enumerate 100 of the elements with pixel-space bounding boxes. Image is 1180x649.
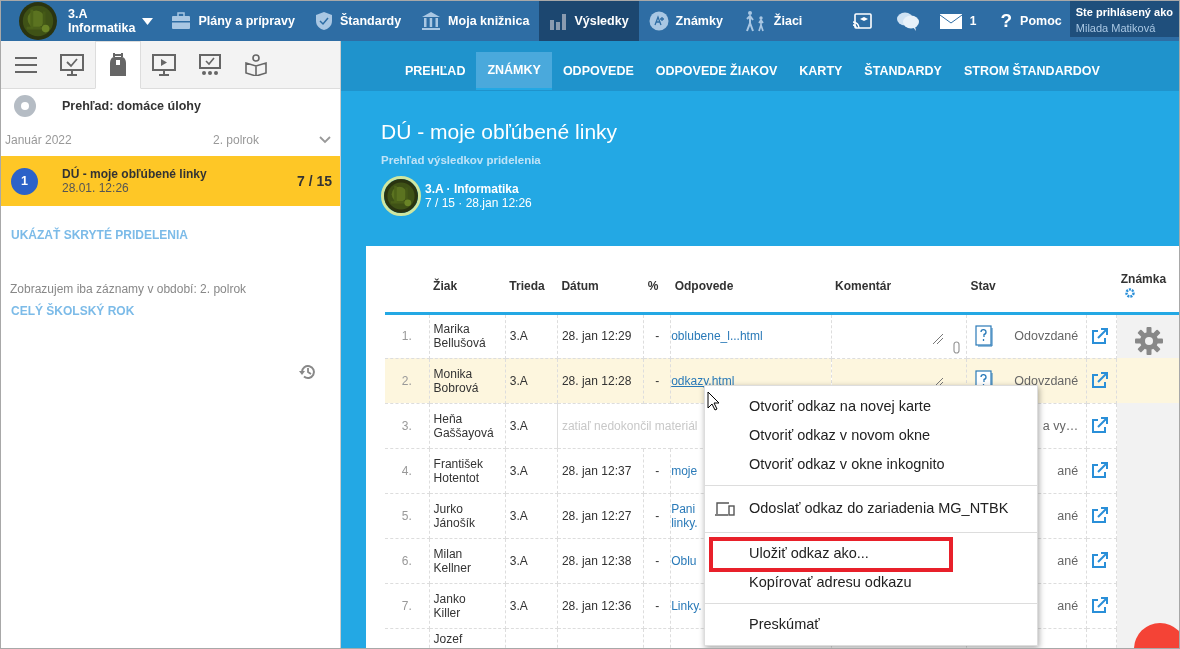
- period-label[interactable]: 2. polrok: [212, 130, 259, 149]
- column-header: Stav: [970, 279, 996, 294]
- menu-item[interactable]: Otvoriť odkaz v novom okne: [705, 421, 1037, 450]
- menu-item[interactable]: Otvoriť odkaz na novej karte: [705, 392, 1037, 421]
- class-cell: 3.A: [509, 373, 528, 388]
- history-icon[interactable]: [299, 363, 317, 381]
- date-cell: 28. jan 12:36: [561, 598, 632, 613]
- assignment-meta: 7 / 15 · 28.jan 12:26: [425, 196, 532, 211]
- subnav-tab[interactable]: ODPOVEDE ŽIAKOV: [644, 52, 789, 90]
- answer-link[interactable]: Oblu: [671, 553, 697, 568]
- row-number: 5.: [401, 508, 412, 523]
- status-text: ané: [1057, 508, 1079, 523]
- date-cell: 28. jan 12:38: [561, 553, 632, 568]
- month-label: Január 2022: [5, 131, 72, 149]
- menu-icon: [15, 57, 37, 73]
- student-name: Janko Killer: [433, 591, 467, 620]
- status-text: a vy…: [1042, 418, 1079, 433]
- external-link-icon[interactable]: [1091, 327, 1109, 345]
- user-name[interactable]: Milada Matiková: [1075, 20, 1173, 36]
- column-header: Odpovede: [674, 279, 734, 294]
- external-link-icon[interactable]: [1091, 417, 1109, 434]
- percent-cell: -: [655, 553, 660, 568]
- column-header: Trieda: [509, 279, 545, 294]
- menu-item[interactable]: Kopírovať adresu odkazu: [705, 568, 1037, 597]
- row-number: 2.: [401, 373, 412, 388]
- student-name: Jozef: [433, 631, 463, 646]
- row-number: 4.: [401, 463, 412, 478]
- settings-icon[interactable]: [14, 95, 36, 117]
- nav-item[interactable]: Štandardy: [304, 1, 412, 41]
- assignment-date: 28.01. 12:26: [62, 181, 130, 195]
- menu-item[interactable]: Preskúmať: [705, 610, 1037, 639]
- column-header: %: [647, 279, 659, 294]
- percent-cell: -: [655, 463, 660, 478]
- building-icon: [421, 11, 442, 31]
- cast-icon[interactable]: [851, 13, 872, 29]
- settings-icon[interactable]: [1124, 287, 1135, 298]
- column-header: Dátum: [561, 279, 599, 294]
- mail-button[interactable]: 1: [939, 12, 977, 30]
- percent-cell: -: [655, 329, 660, 343]
- menu-item[interactable]: Odoslať odkaz do zariadenia MG_NTBK: [705, 492, 1037, 526]
- status-text: ané: [1057, 463, 1079, 478]
- subnav-tab[interactable]: PREHĽAD: [394, 52, 477, 90]
- external-link-icon[interactable]: [1091, 552, 1109, 569]
- external-link-icon[interactable]: [1091, 597, 1109, 614]
- nav-item[interactable]: Plány a prípravy: [161, 1, 305, 41]
- answer-link[interactable]: moje: [671, 463, 698, 478]
- nav-item[interactable]: Výsledky: [539, 1, 639, 41]
- resize-handle-icon: [931, 332, 944, 345]
- assignment-item[interactable]: 1 DÚ - moje obľúbené linky 28.01. 12:26 7 / 15: [1, 156, 340, 206]
- assignment-score: 7 / 15: [296, 171, 332, 191]
- answer-link[interactable]: odkazy.html: [671, 373, 735, 388]
- answer-link[interactable]: oblubene_l...html: [671, 329, 763, 343]
- status-text: ané: [1057, 598, 1079, 613]
- percent-cell: -: [655, 508, 660, 523]
- external-link-icon[interactable]: [1091, 372, 1109, 389]
- date-cell: 28. jan 12:28: [561, 373, 632, 388]
- date-cell: 28. jan 12:29: [561, 329, 632, 343]
- class-cell: 3.A: [509, 508, 528, 523]
- page-subtitle: Prehľad výsledkov pridelenia: [381, 153, 542, 169]
- student-name: Jurko Jánošík: [433, 501, 476, 530]
- chat-icon[interactable]: [895, 11, 920, 31]
- nav-item[interactable]: Moja knižnica: [411, 1, 540, 41]
- status-text: Odovzdané: [1014, 373, 1079, 388]
- shield-icon: [314, 11, 333, 31]
- subnav-tab[interactable]: KARTY: [788, 52, 854, 90]
- class-selector[interactable]: 3.A Informatika: [9, 1, 162, 41]
- menu-item[interactable]: Otvoriť odkaz v okne inkognito: [705, 450, 1037, 479]
- menu-item[interactable]: Uložiť odkaz ako...: [705, 539, 1037, 568]
- caret-icon: [142, 17, 154, 25]
- briefcase-icon: [171, 12, 192, 30]
- number-badge: 1: [11, 167, 38, 195]
- external-link-icon[interactable]: [1091, 462, 1109, 479]
- column-header: Komentár: [835, 279, 892, 294]
- percent-cell: -: [655, 598, 660, 613]
- nav-item[interactable]: Žiaci: [732, 1, 813, 41]
- subnav-tab[interactable]: STROM ŠTANDARDOV: [952, 52, 1111, 90]
- help-button[interactable]: ? Pomoc: [1000, 6, 1062, 36]
- column-header: Žiak: [433, 279, 458, 294]
- answer-link[interactable]: Linky.: [671, 598, 702, 613]
- sidebar-tab[interactable]: [95, 41, 141, 89]
- class-cell: 3.A: [509, 329, 528, 343]
- external-link-icon[interactable]: [1091, 507, 1109, 524]
- subnav-tab[interactable]: ŠTANDARDY: [853, 52, 953, 90]
- mail-count: 1: [969, 13, 977, 30]
- class-cell: 3.A: [509, 463, 528, 478]
- percent-cell: -: [655, 373, 660, 388]
- class-cell: 3.A: [509, 418, 528, 433]
- overview-title: Prehľad: domáce úlohy: [62, 97, 201, 115]
- chevron-down-icon[interactable]: [319, 135, 331, 144]
- document-question-icon: [974, 325, 993, 347]
- column-header: Známka: [1120, 272, 1167, 286]
- video-player-icon: [152, 54, 176, 76]
- paperclip-icon[interactable]: [952, 340, 960, 354]
- help-icon: ?: [1000, 6, 1013, 36]
- monitor-icon: [60, 54, 84, 76]
- subnav-tab[interactable]: ODPOVEDE: [551, 52, 645, 90]
- nav-item[interactable]: Známky: [638, 1, 733, 41]
- student-name: Marika Bellušová: [433, 322, 487, 350]
- answer-link[interactable]: Pani linky.: [671, 501, 698, 530]
- backpack-icon: [108, 53, 128, 77]
